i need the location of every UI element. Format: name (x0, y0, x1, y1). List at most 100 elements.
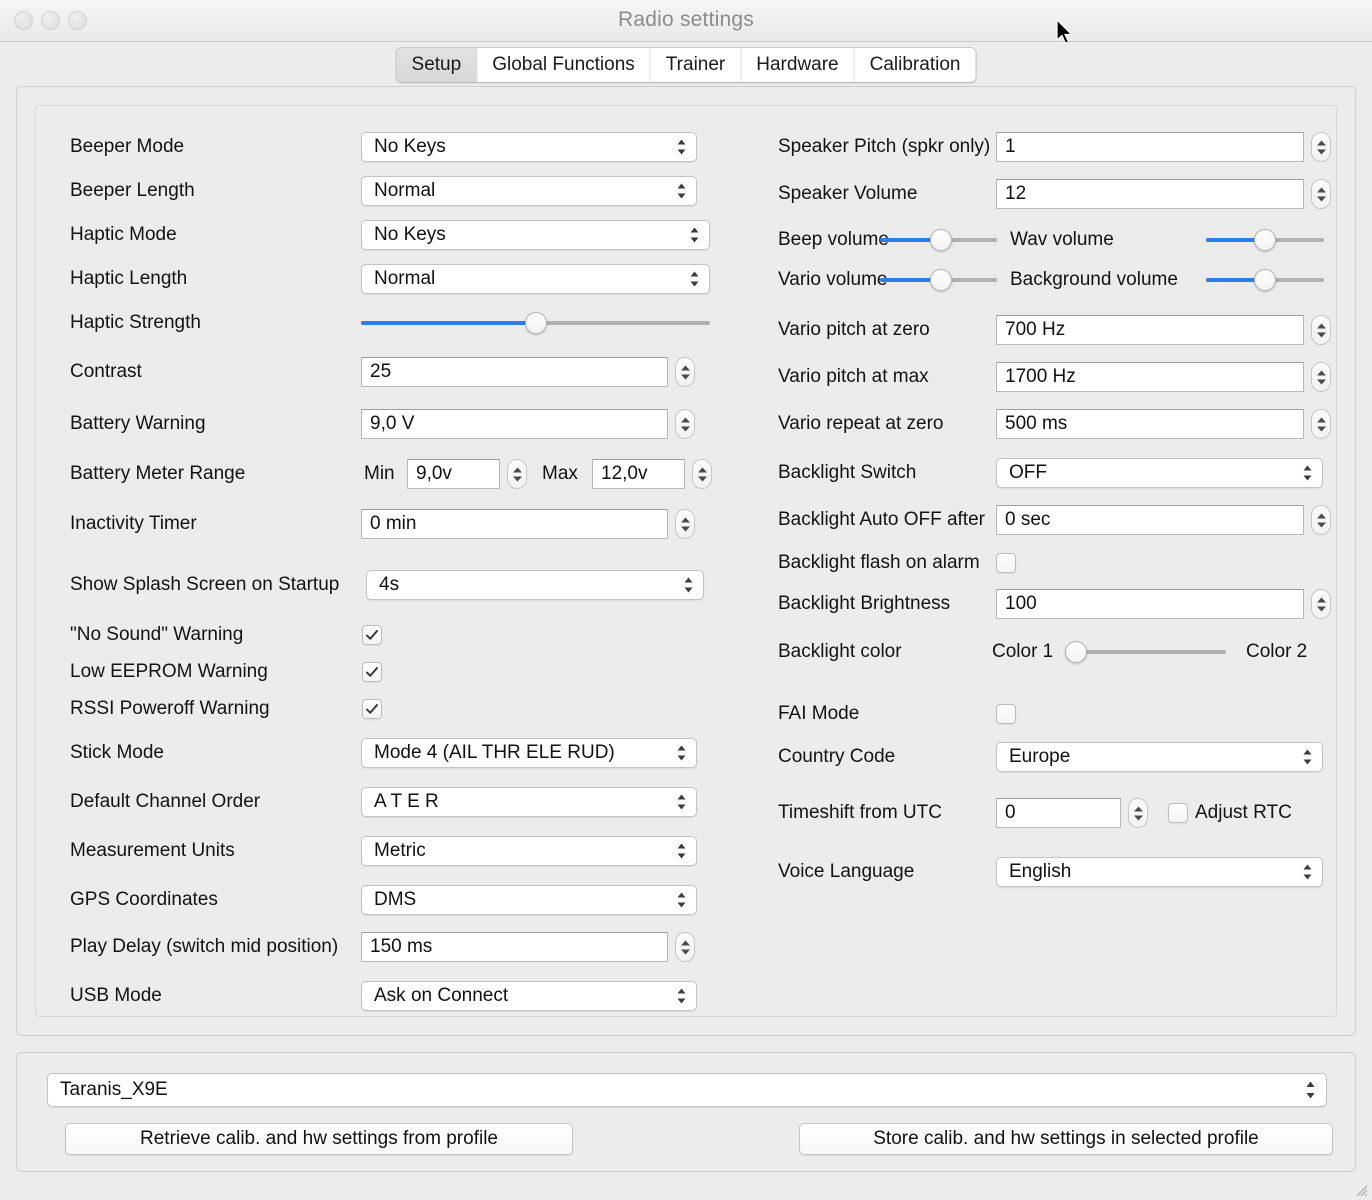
battery-warning-input[interactable]: 9,0 V (361, 409, 668, 439)
row-beep-wav-volume: Beep volume Wav volume (742, 225, 1338, 255)
backlight-auto-off-stepper[interactable] (1311, 505, 1331, 535)
battery-min-stepper[interactable] (507, 459, 527, 489)
chevron-updown-icon (1303, 749, 1312, 765)
speaker-pitch-stepper[interactable] (1311, 132, 1331, 162)
backlight-color-slider[interactable] (1065, 641, 1226, 663)
profile-select[interactable]: Taranis_X9E (47, 1073, 1327, 1107)
vario-pitch-zero-input[interactable]: 700 Hz (996, 315, 1304, 345)
vario-volume-label: Vario volume (778, 269, 888, 290)
adjust-rtc-checkbox[interactable] (1168, 803, 1188, 823)
chevron-updown-icon (690, 227, 699, 243)
row-beeper-mode: Beeper Mode No Keys (36, 132, 726, 162)
vario-volume-slider[interactable] (880, 269, 997, 291)
store-settings-button[interactable]: Store calib. and hw settings in selected… (799, 1123, 1333, 1155)
beep-volume-slider[interactable] (880, 229, 997, 251)
chevron-up-icon (1316, 513, 1326, 518)
battery-max-label: Max (542, 463, 578, 484)
speaker-pitch-input[interactable]: 1 (996, 132, 1304, 162)
stick-mode-select[interactable]: Mode 4 (AIL THR ELE RUD) (361, 738, 697, 768)
usb-mode-label: USB Mode (70, 985, 162, 1006)
slider-thumb[interactable] (1254, 269, 1276, 291)
inactivity-timer-stepper[interactable] (675, 509, 695, 539)
battery-warning-stepper[interactable] (675, 409, 695, 439)
country-code-select[interactable]: Europe (996, 742, 1323, 772)
splash-screen-select[interactable]: 4s (366, 570, 704, 600)
resize-grip-icon[interactable] (1352, 1181, 1368, 1197)
channel-order-value: A T E R (374, 791, 439, 812)
haptic-strength-slider[interactable] (361, 312, 710, 334)
chevron-up-icon (680, 417, 690, 422)
speaker-volume-stepper[interactable] (1311, 179, 1331, 209)
contrast-stepper[interactable] (675, 357, 695, 387)
row-fai-mode: FAI Mode (742, 699, 1338, 729)
gps-coordinates-label: GPS Coordinates (70, 889, 218, 910)
rssi-warning-checkbox[interactable] (362, 699, 382, 719)
backlight-brightness-input[interactable]: 100 (996, 589, 1304, 619)
contrast-input[interactable]: 25 (361, 357, 668, 387)
vario-repeat-zero-stepper[interactable] (1311, 409, 1331, 439)
vario-pitch-zero-stepper[interactable] (1311, 315, 1331, 345)
backlight-color-left-label: Color 1 (992, 641, 1054, 662)
row-no-sound-warning: "No Sound" Warning (36, 620, 726, 650)
row-gps-coordinates: GPS Coordinates DMS (36, 885, 726, 915)
fai-mode-checkbox[interactable] (996, 704, 1016, 724)
backlight-auto-off-input[interactable]: 0 sec (996, 505, 1304, 535)
low-eeprom-warning-checkbox[interactable] (362, 662, 382, 682)
wav-volume-slider[interactable] (1206, 229, 1324, 251)
row-rssi-warning: RSSI Poweroff Warning (36, 694, 726, 724)
play-delay-stepper[interactable] (675, 932, 695, 962)
speaker-volume-input[interactable]: 12 (996, 179, 1304, 209)
voice-language-select[interactable]: English (996, 857, 1323, 887)
timeshift-input[interactable]: 0 (996, 798, 1121, 828)
play-delay-input[interactable]: 150 ms (361, 932, 668, 962)
slider-thumb[interactable] (929, 269, 952, 291)
chevron-down-icon (697, 476, 707, 481)
battery-max-input[interactable]: 12,0v (592, 459, 685, 489)
tab-trainer[interactable]: Trainer (650, 48, 742, 82)
no-sound-warning-checkbox[interactable] (362, 625, 382, 645)
slider-thumb[interactable] (1065, 641, 1087, 663)
vario-repeat-zero-value: 500 ms (1005, 413, 1068, 434)
chevron-updown-icon (677, 794, 686, 810)
usb-mode-select[interactable]: Ask on Connect (361, 981, 697, 1011)
slider-thumb[interactable] (1254, 229, 1276, 251)
speaker-volume-value: 12 (1005, 183, 1027, 204)
battery-min-input[interactable]: 9,0v (407, 459, 500, 489)
vario-repeat-zero-input[interactable]: 500 ms (996, 409, 1304, 439)
speaker-pitch-value: 1 (1005, 136, 1016, 157)
beeper-length-select[interactable]: Normal (361, 176, 697, 206)
row-haptic-strength: Haptic Strength (36, 308, 726, 338)
slider-thumb[interactable] (929, 229, 952, 251)
haptic-mode-select[interactable]: No Keys (361, 220, 710, 250)
vario-pitch-max-input[interactable]: 1700 Hz (996, 362, 1304, 392)
timeshift-stepper[interactable] (1128, 798, 1148, 828)
tab-global-functions[interactable]: Global Functions (477, 48, 651, 82)
slider-thumb[interactable] (524, 312, 547, 334)
country-code-value: Europe (1009, 746, 1071, 767)
background-volume-slider[interactable] (1206, 269, 1324, 291)
retrieve-settings-button[interactable]: Retrieve calib. and hw settings from pro… (65, 1123, 573, 1155)
chevron-updown-icon (677, 892, 686, 908)
tab-setup[interactable]: Setup (396, 48, 478, 82)
tab-calibration[interactable]: Calibration (854, 48, 976, 82)
measurement-units-select[interactable]: Metric (361, 836, 697, 866)
haptic-length-select[interactable]: Normal (361, 264, 710, 294)
backlight-flash-checkbox[interactable] (996, 553, 1016, 573)
backlight-brightness-value: 100 (1005, 593, 1037, 614)
backlight-switch-select[interactable]: OFF (996, 458, 1323, 488)
gps-coordinates-select[interactable]: DMS (361, 885, 697, 915)
vario-pitch-max-value: 1700 Hz (1005, 366, 1076, 387)
haptic-mode-label: Haptic Mode (70, 224, 177, 245)
beeper-mode-select[interactable]: No Keys (361, 132, 697, 162)
vario-pitch-zero-label: Vario pitch at zero (778, 319, 930, 340)
chevron-down-icon (1316, 196, 1326, 201)
inactivity-timer-input[interactable]: 0 min (361, 509, 668, 539)
battery-max-stepper[interactable] (692, 459, 712, 489)
backlight-brightness-stepper[interactable] (1311, 589, 1331, 619)
channel-order-select[interactable]: A T E R (361, 787, 697, 817)
row-backlight-brightness: Backlight Brightness 100 (742, 589, 1338, 619)
chevron-up-icon (1316, 597, 1326, 602)
tab-hardware[interactable]: Hardware (741, 48, 855, 82)
vario-pitch-max-stepper[interactable] (1311, 362, 1331, 392)
contrast-value: 25 (370, 361, 392, 382)
